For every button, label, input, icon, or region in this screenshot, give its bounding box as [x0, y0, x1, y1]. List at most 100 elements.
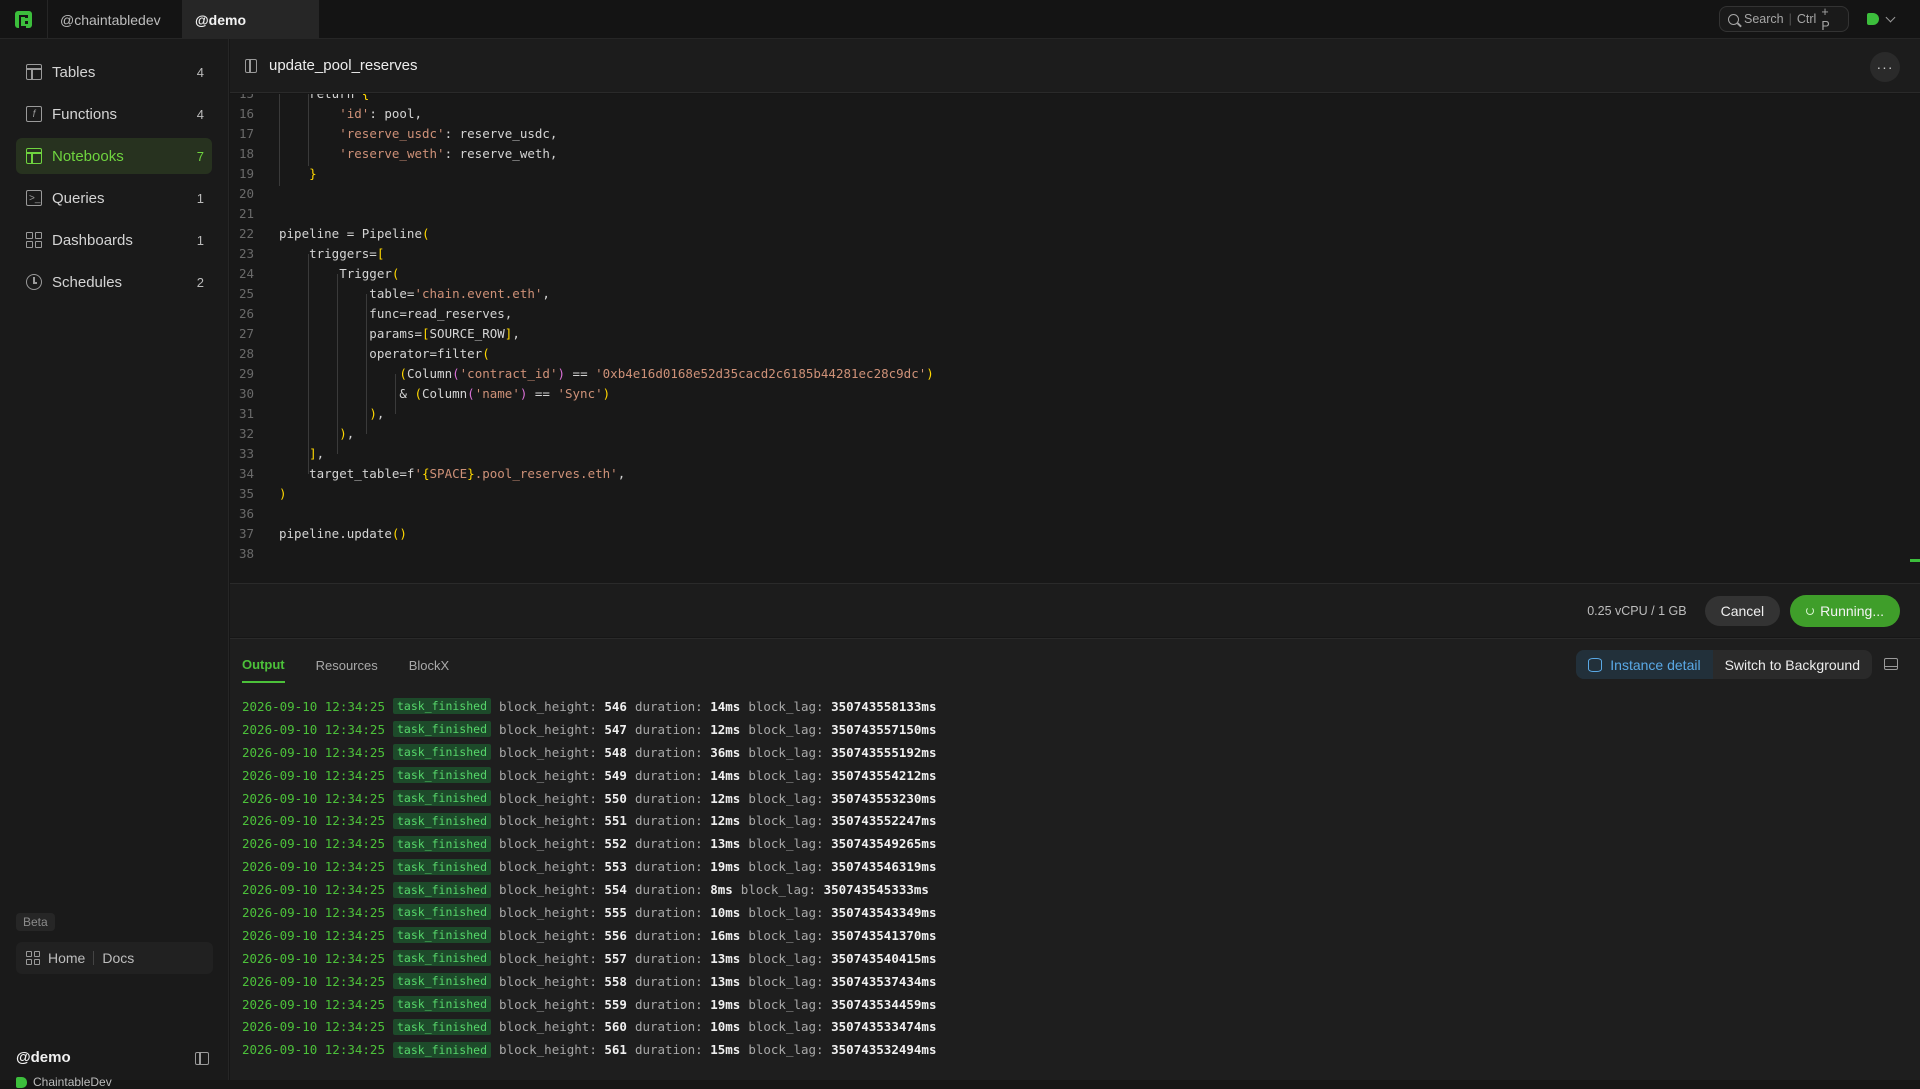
notebook-icon	[25, 147, 43, 165]
code-text: & (Column('name') == 'Sync')	[279, 386, 611, 401]
log-block-lag: 350743541370ms	[831, 927, 937, 943]
log-block-height: 548	[604, 744, 627, 760]
log-status-badge: task_finished	[393, 698, 492, 715]
log-duration: 8ms	[710, 882, 733, 898]
log-block-height: 549	[604, 767, 627, 783]
line-number: 36	[238, 506, 254, 521]
line-number: 28	[238, 346, 254, 361]
log-timestamp: 2026-09-10 12:34:25	[242, 698, 385, 714]
log-status-badge: task_finished	[393, 790, 492, 806]
log-key: block_lag:	[748, 927, 832, 943]
log-block-lag: 350743534459ms	[831, 996, 937, 1012]
log-key: block_lag:	[748, 904, 832, 920]
tab-demo[interactable]: @demo	[183, 0, 319, 39]
sidebar-item-dashboards[interactable]: Dashboards 1	[16, 222, 212, 258]
code-text: 'id': pool,	[339, 106, 423, 121]
log-duration: 14ms	[710, 767, 741, 783]
log-timestamp: 2026-09-10 12:34:25	[242, 859, 385, 875]
tab-output[interactable]: Output	[242, 647, 285, 683]
workspace-user-label: ChaintableDev	[33, 1075, 112, 1089]
log-timestamp: 2026-09-10 12:34:25	[242, 1042, 385, 1058]
log-key: duration:	[634, 882, 711, 898]
log-block-lag: 350743553230ms	[831, 790, 937, 806]
log-status-badge: task_finished	[393, 904, 492, 921]
log-block-lag: 350743554212ms	[831, 767, 937, 783]
log-duration: 12ms	[710, 721, 741, 737]
log-row: 2026-09-10 12:34:25 task_finished block_he…	[242, 901, 944, 924]
log-key: duration:	[634, 790, 711, 806]
tab-blockx[interactable]: BlockX	[409, 647, 449, 683]
output-panel: Output Resources BlockX Instance detail …	[230, 638, 1920, 1080]
line-number: 27	[238, 326, 254, 341]
panel-toggle-icon[interactable]	[245, 58, 257, 73]
log-timestamp: 2026-09-10 12:34:25	[242, 1019, 385, 1035]
cancel-button[interactable]: Cancel	[1704, 595, 1781, 626]
code-text: triggers=[	[279, 246, 385, 261]
line-number: 34	[238, 466, 254, 481]
line-number: 29	[238, 366, 254, 381]
spinner-icon	[1806, 606, 1815, 615]
log-key: duration:	[634, 904, 711, 920]
log-key: duration:	[634, 973, 711, 989]
log-duration: 10ms	[710, 904, 741, 920]
dock-panel-icon[interactable]	[1884, 658, 1898, 670]
home-icon	[26, 951, 40, 965]
log-block-height: 556	[604, 927, 627, 943]
code-text: ),	[339, 426, 355, 441]
log-timestamp: 2026-09-10 12:34:25	[242, 813, 385, 829]
sidebar-item-count: 7	[196, 148, 204, 164]
line-number: 25	[238, 286, 254, 301]
output-actions: Instance detail Switch to Background	[1576, 650, 1872, 679]
more-options-button[interactable]: ···	[1870, 52, 1900, 82]
search-button[interactable]: Search | Ctrl + P	[1719, 5, 1849, 33]
code-text: func=read_reserves,	[279, 306, 513, 321]
log-block-height: 547	[604, 721, 627, 737]
search-icon	[1728, 13, 1739, 25]
log-timestamp: 2026-09-10 12:34:25	[242, 904, 385, 920]
log-status-badge: task_finished	[393, 927, 492, 944]
line-number: 17	[238, 126, 254, 141]
profile-menu[interactable]	[1867, 12, 1896, 25]
log-key: block_lag:	[748, 859, 832, 875]
code-editor[interactable]: 15 return {16 'id': pool, 17 'reserve_usd…	[230, 94, 1920, 583]
sidebar-item-label: Dashboards	[52, 231, 133, 249]
log-key: block_height:	[499, 973, 605, 989]
switch-background-button[interactable]: Switch to Background	[1713, 650, 1872, 679]
log-key: duration:	[634, 767, 711, 783]
app-logo-icon[interactable]	[0, 0, 48, 39]
sidebar-item-notebooks[interactable]: Notebooks 7	[16, 138, 212, 174]
log-key: block_height:	[499, 927, 605, 943]
sidebar-item-functions[interactable]: f Functions 4	[16, 96, 212, 132]
log-key: block_lag:	[748, 836, 832, 852]
resource-label: 0.25 vCPU / 1 GB	[1587, 603, 1687, 618]
line-number: 16	[238, 106, 254, 121]
sidebar-item-label: Tables	[52, 63, 96, 81]
instance-detail-button[interactable]: Instance detail	[1576, 650, 1713, 679]
instance-detail-label: Instance detail	[1610, 656, 1701, 673]
log-status-badge: task_finished	[393, 950, 492, 967]
log-row: 2026-09-10 12:34:25 task_finished block_he…	[242, 809, 944, 832]
tab-resources[interactable]: Resources	[316, 647, 378, 683]
running-button[interactable]: Running...	[1790, 594, 1900, 627]
log-key: block_height:	[499, 859, 605, 875]
log-timestamp: 2026-09-10 12:34:25	[242, 767, 385, 783]
log-status-badge: task_finished	[393, 973, 492, 990]
collapse-sidebar-icon[interactable]	[195, 1052, 209, 1065]
log-duration: 12ms	[710, 790, 741, 806]
notebook-title: update_pool_reserves	[269, 57, 418, 74]
log-duration: 13ms	[710, 836, 741, 852]
run-bar: 0.25 vCPU / 1 GB Cancel Running...	[230, 583, 1920, 637]
log-block-height: 554	[604, 882, 627, 898]
code-text: 'reserve_weth': reserve_weth,	[339, 146, 558, 161]
tab-chaintabledev[interactable]: @chaintabledev	[48, 0, 183, 39]
sidebar-item-tables[interactable]: Tables 4	[16, 54, 212, 90]
sidebar-item-queries[interactable]: >_ Queries 1	[16, 180, 212, 216]
log-timestamp: 2026-09-10 12:34:25	[242, 744, 385, 760]
home-link[interactable]: Home	[48, 950, 85, 966]
sidebar: Tables 4 f Functions 4 Notebooks 7 >_ Qu…	[0, 39, 229, 1089]
line-number: 19	[238, 166, 254, 181]
line-number: 38	[238, 546, 254, 561]
docs-link[interactable]: Docs	[102, 950, 134, 966]
sidebar-item-schedules[interactable]: Schedules 2	[16, 264, 212, 300]
log-block-lag: 350743533474ms	[831, 1019, 937, 1035]
